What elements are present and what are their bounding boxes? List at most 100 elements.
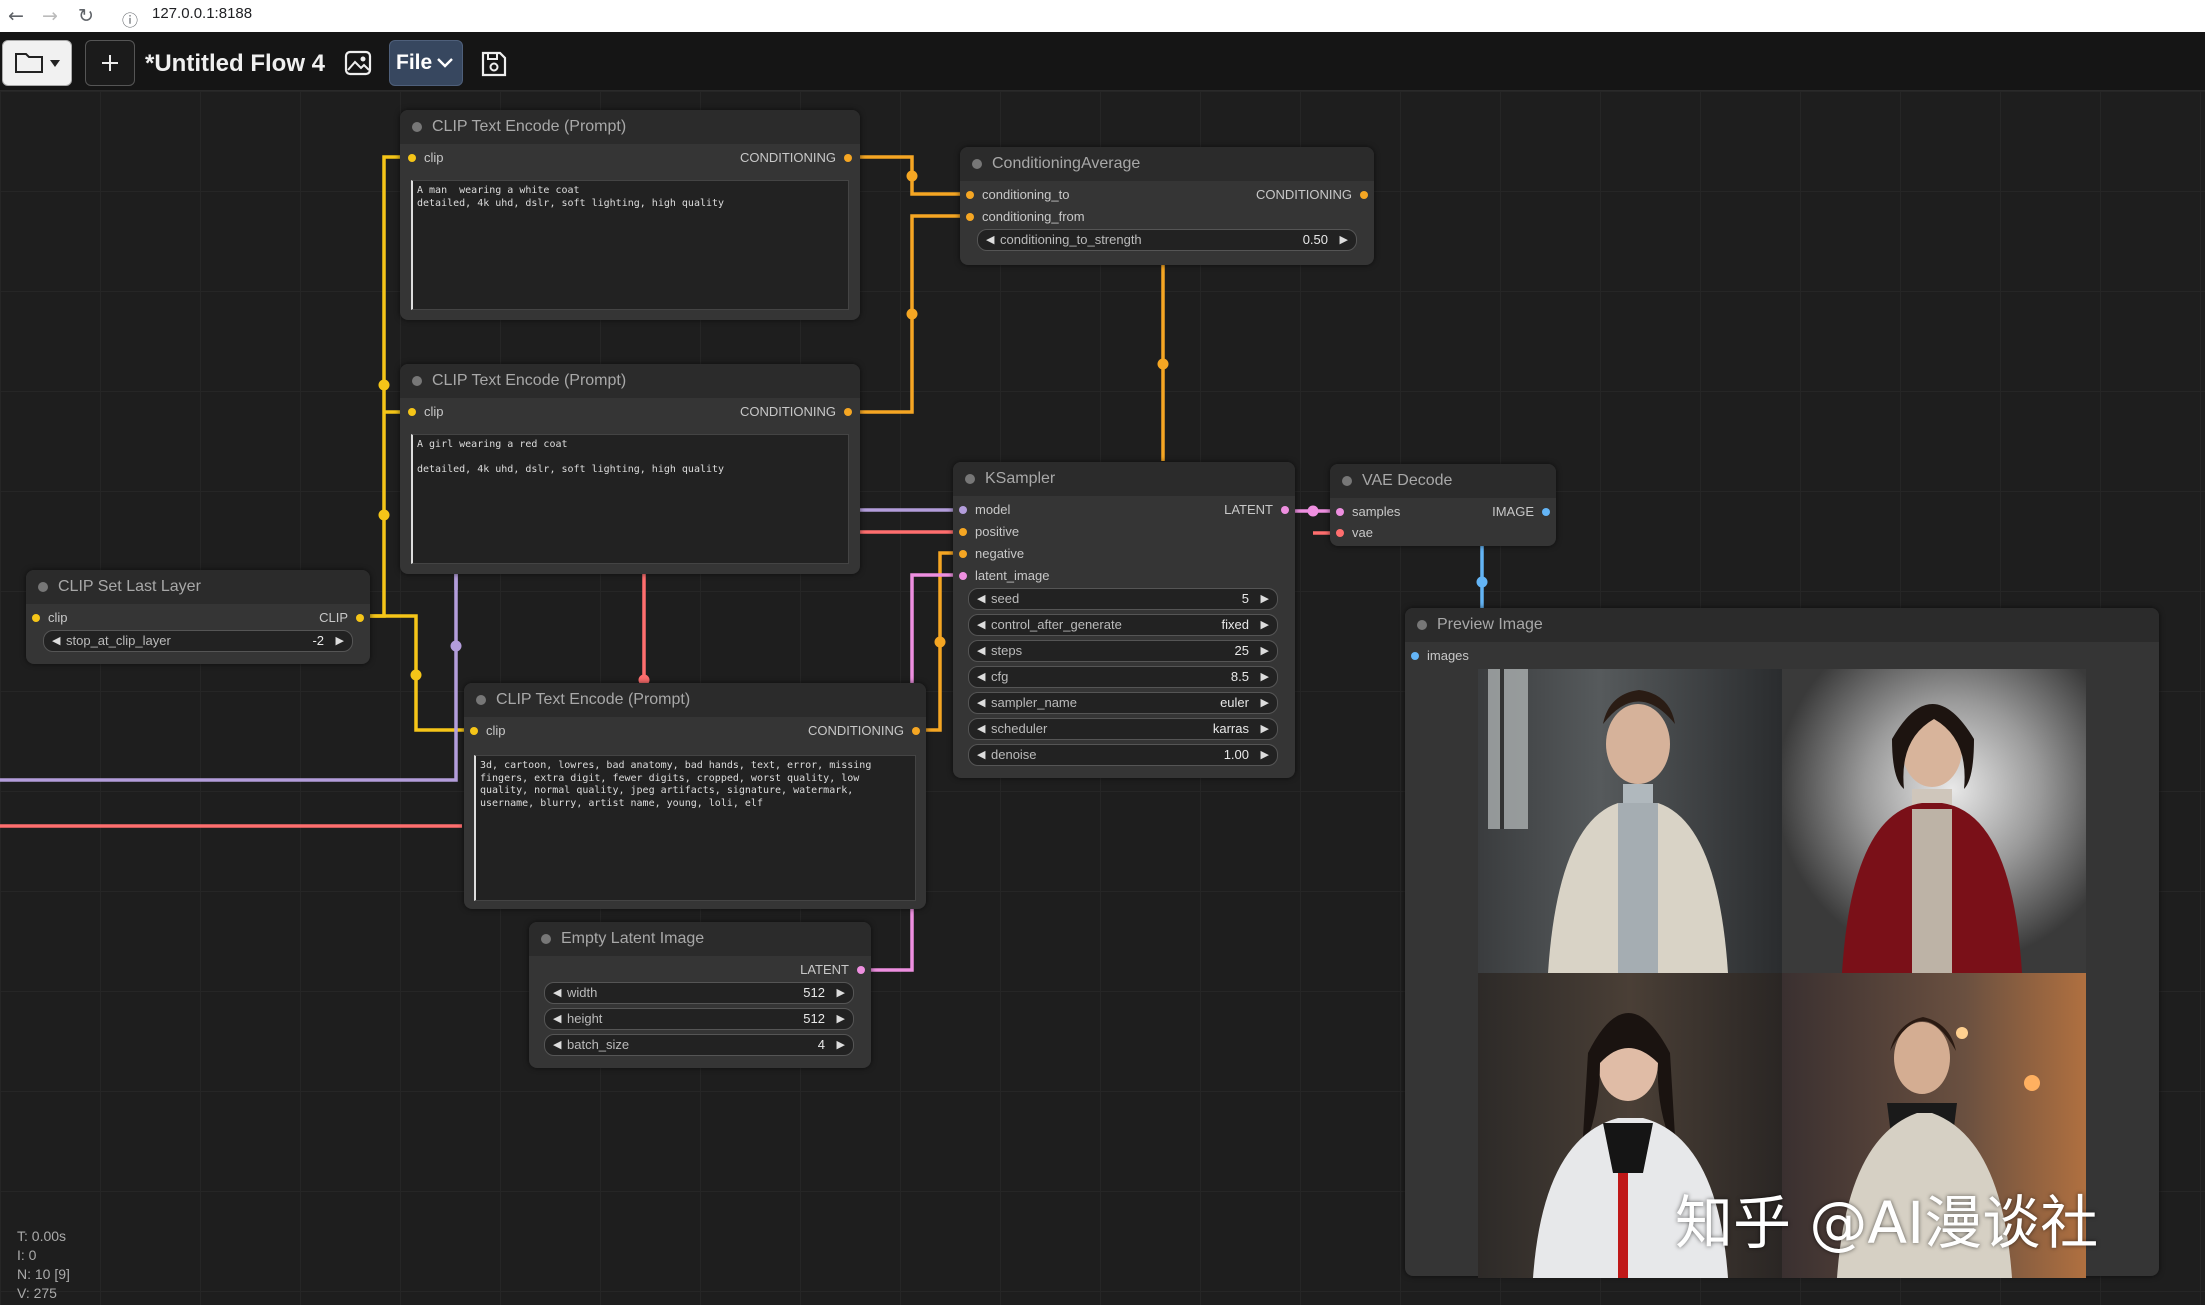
decrement-arrow-icon[interactable]: ◀ (52, 631, 60, 651)
conditioning-to-input-slot[interactable]: conditioning_to (966, 187, 1069, 203)
scheduler-widget[interactable]: ◀ scheduler karras ▶ (968, 718, 1278, 740)
watermark: 知乎 @AI漫谈社 (1675, 1189, 2099, 1257)
prompt-textarea[interactable]: A girl wearing a red coat detailed, 4k u… (411, 434, 849, 564)
conditioning-average-node[interactable]: ConditioningAverage conditioning_to cond… (960, 147, 1374, 265)
stat-time: T: 0.00s (17, 1228, 67, 1244)
conditioning-output-slot[interactable]: CONDITIONING (740, 404, 852, 420)
clip-text-encode-node-3[interactable]: CLIP Text Encode (Prompt) clip CONDITION… (464, 683, 926, 909)
node-title: KSampler (985, 470, 1056, 487)
collapse-dot-icon[interactable] (38, 582, 48, 592)
clip-text-encode-node-1[interactable]: CLIP Text Encode (Prompt) clip CONDITION… (400, 110, 860, 320)
sampler-name-widget[interactable]: ◀ sampler_name euler ▶ (968, 692, 1278, 714)
negative-input-slot[interactable]: negative (959, 546, 1024, 562)
node-title: CLIP Text Encode (Prompt) (432, 372, 627, 389)
positive-input-slot[interactable]: positive (959, 524, 1019, 540)
browser-bar: ← → ↻ ⓘ 127.0.0.1:8188 (0, 0, 2205, 33)
save-icon[interactable] (480, 50, 508, 78)
chevron-down-icon (437, 58, 453, 68)
site-info-icon[interactable]: ⓘ (122, 7, 138, 31)
conditioning-output-slot[interactable]: CONDITIONING (808, 723, 920, 739)
stat-i: I: 0 (17, 1247, 37, 1263)
file-menu-button[interactable]: File (389, 40, 463, 86)
decrement-arrow-icon[interactable]: ◀ (986, 230, 994, 250)
conditioning-output-slot[interactable]: CONDITIONING (740, 150, 852, 166)
samples-input-slot[interactable]: samples (1336, 504, 1400, 520)
node-title: VAE Decode (1362, 472, 1453, 489)
collapse-dot-icon[interactable] (972, 159, 982, 169)
clip-text-encode-node-2[interactable]: CLIP Text Encode (Prompt) clip CONDITION… (400, 364, 860, 574)
back-icon[interactable]: ← (8, 5, 24, 27)
image-icon[interactable] (344, 50, 374, 78)
clip-output-slot[interactable]: CLIP (319, 610, 364, 626)
node-title-bar[interactable]: CLIP Set Last Layer (26, 570, 370, 604)
width-widget[interactable]: ◀ width 512 ▶ (544, 982, 854, 1004)
stat-nodes: N: 10 [9] (17, 1266, 70, 1282)
folder-icon (15, 53, 60, 73)
latent-output-slot[interactable]: LATENT (1224, 502, 1289, 518)
latent-output-slot[interactable]: LATENT (800, 962, 865, 978)
man-white-coat-photo (1488, 669, 1728, 973)
model-input-slot[interactable]: model (959, 502, 1010, 518)
preview-image-1[interactable] (1478, 669, 1782, 973)
preview-image-node[interactable]: Preview Image images 知乎 @AI漫谈社 (1405, 608, 2159, 1278)
ksampler-node[interactable]: KSampler model positive negative latent_… (953, 462, 1295, 778)
node-title-bar[interactable]: ConditioningAverage (960, 147, 1374, 181)
node-title-bar[interactable]: CLIP Text Encode (Prompt) (400, 110, 860, 144)
increment-arrow-icon[interactable]: ▶ (1340, 230, 1348, 250)
new-workflow-button[interactable] (85, 40, 135, 86)
node-title: CLIP Text Encode (Prompt) (432, 118, 627, 135)
forward-icon[interactable]: → (42, 5, 58, 27)
images-input-slot[interactable]: images (1411, 648, 1469, 664)
reload-icon[interactable]: ↻ (78, 5, 94, 27)
node-title: Empty Latent Image (561, 930, 705, 947)
stop-at-clip-layer-widget[interactable]: ◀ stop_at_clip_layer -2 ▶ (43, 630, 353, 652)
node-title-bar[interactable]: KSampler (953, 462, 1295, 496)
address-bar[interactable]: 127.0.0.1:8188 (152, 5, 252, 22)
vae-decode-node[interactable]: VAE Decode samples vae IMAGE (1330, 464, 1556, 546)
control-after-generate-widget[interactable]: ◀ control_after_generate fixed ▶ (968, 614, 1278, 636)
conditioning-from-input-slot[interactable]: conditioning_from (966, 209, 1085, 225)
collapse-dot-icon[interactable] (412, 122, 422, 132)
collapse-dot-icon[interactable] (965, 474, 975, 484)
clip-input-slot[interactable]: clip (408, 404, 444, 420)
node-title-bar[interactable]: VAE Decode (1330, 464, 1556, 498)
man-red-coat-photo (1842, 704, 2022, 973)
conditioning-output-slot[interactable]: CONDITIONING (1256, 187, 1368, 203)
node-title: CLIP Text Encode (Prompt) (496, 691, 691, 708)
conditioning-strength-widget[interactable]: ◀ conditioning_to_strength 0.50 ▶ (977, 229, 1357, 251)
increment-arrow-icon[interactable]: ▶ (336, 631, 344, 651)
prompt-textarea[interactable]: A man wearing a white coat detailed, 4k … (411, 180, 849, 310)
workflow-title[interactable]: *Untitled Flow 4 (145, 50, 325, 78)
clip-input-slot[interactable]: clip (32, 610, 68, 626)
collapse-dot-icon[interactable] (541, 934, 551, 944)
preview-image-2[interactable] (1782, 669, 2086, 973)
node-title-bar[interactable]: CLIP Text Encode (Prompt) (464, 683, 926, 717)
vae-input-slot[interactable]: vae (1336, 525, 1373, 541)
stat-vertices: V: 275 (17, 1285, 57, 1301)
clip-set-last-layer-node[interactable]: CLIP Set Last Layer clip CLIP ◀ stop_at_… (26, 570, 370, 664)
clip-input-slot[interactable]: clip (470, 723, 506, 739)
latent-image-input-slot[interactable]: latent_image (959, 568, 1049, 584)
cfg-widget[interactable]: ◀ cfg 8.5 ▶ (968, 666, 1278, 688)
collapse-dot-icon[interactable] (1342, 476, 1352, 486)
prompt-textarea[interactable]: 3d, cartoon, lowres, bad anatomy, bad ha… (474, 755, 916, 901)
batch-size-widget[interactable]: ◀ batch_size 4 ▶ (544, 1034, 854, 1056)
collapse-dot-icon[interactable] (476, 695, 486, 705)
collapse-dot-icon[interactable] (1417, 620, 1427, 630)
plus-icon (102, 55, 118, 71)
node-title-bar[interactable]: CLIP Text Encode (Prompt) (400, 364, 860, 398)
empty-latent-image-node[interactable]: Empty Latent Image LATENT ◀ width 512 ▶ ◀ he… (529, 922, 871, 1068)
app-toolbar: *Untitled Flow 4 File (0, 32, 2205, 91)
node-title: CLIP Set Last Layer (58, 578, 201, 595)
node-title-bar[interactable]: Preview Image (1405, 608, 2159, 642)
collapse-dot-icon[interactable] (412, 376, 422, 386)
height-widget[interactable]: ◀ height 512 ▶ (544, 1008, 854, 1030)
steps-widget[interactable]: ◀ steps 25 ▶ (968, 640, 1278, 662)
node-title: Preview Image (1437, 616, 1543, 633)
image-output-slot[interactable]: IMAGE (1492, 504, 1550, 520)
workflow-menu-button[interactable] (2, 40, 72, 86)
clip-input-slot[interactable]: clip (408, 150, 444, 166)
seed-widget[interactable]: ◀ seed 5 ▶ (968, 588, 1278, 610)
denoise-widget[interactable]: ◀ denoise 1.00 ▶ (968, 744, 1278, 766)
node-title-bar[interactable]: Empty Latent Image (529, 922, 871, 956)
